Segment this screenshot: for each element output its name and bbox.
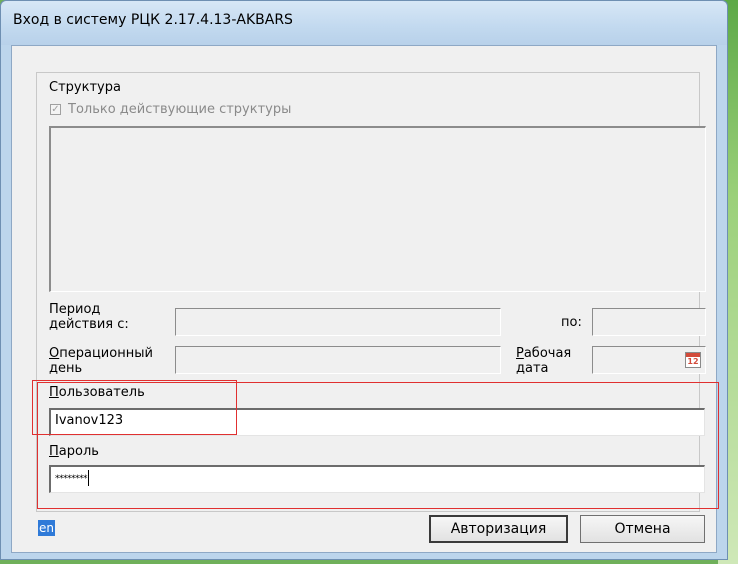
language-indicator[interactable]: en xyxy=(38,520,55,536)
structure-list[interactable] xyxy=(49,126,706,292)
period-to-field xyxy=(592,308,706,336)
period-from-field xyxy=(175,308,501,336)
work-date-field: 12 xyxy=(592,346,706,374)
operational-day-label-line2: день xyxy=(49,361,83,376)
credentials-annotation-box xyxy=(37,382,719,509)
work-date-label-line1: Рабочая xyxy=(516,346,572,361)
structure-label: Структура xyxy=(49,80,121,95)
period-label-line1: Период xyxy=(49,302,101,317)
operational-day-field xyxy=(175,346,501,374)
work-date-label-line2: дата xyxy=(516,361,549,376)
period-label-line2: действия с: xyxy=(49,317,129,332)
active-structures-checkbox[interactable]: ✓ xyxy=(50,104,61,115)
authorize-button[interactable]: Авторизация xyxy=(429,515,568,543)
period-to-label: по: xyxy=(561,315,582,330)
calendar-icon[interactable]: 12 xyxy=(685,352,701,368)
active-structures-label: Только действующие структуры xyxy=(68,102,292,117)
title-bar[interactable]: Вход в систему РЦК 2.17.4.13-AKBARS xyxy=(1,1,727,45)
operational-day-label-line1: Операционный xyxy=(49,346,153,361)
dialog-client-area: Структура ✓ Только действующие структуры… xyxy=(11,45,719,553)
login-dialog: Вход в систему РЦК 2.17.4.13-AKBARS Стру… xyxy=(0,0,728,560)
cancel-button[interactable]: Отмена xyxy=(580,515,705,543)
window-title: Вход в систему РЦК 2.17.4.13-AKBARS xyxy=(13,12,293,28)
